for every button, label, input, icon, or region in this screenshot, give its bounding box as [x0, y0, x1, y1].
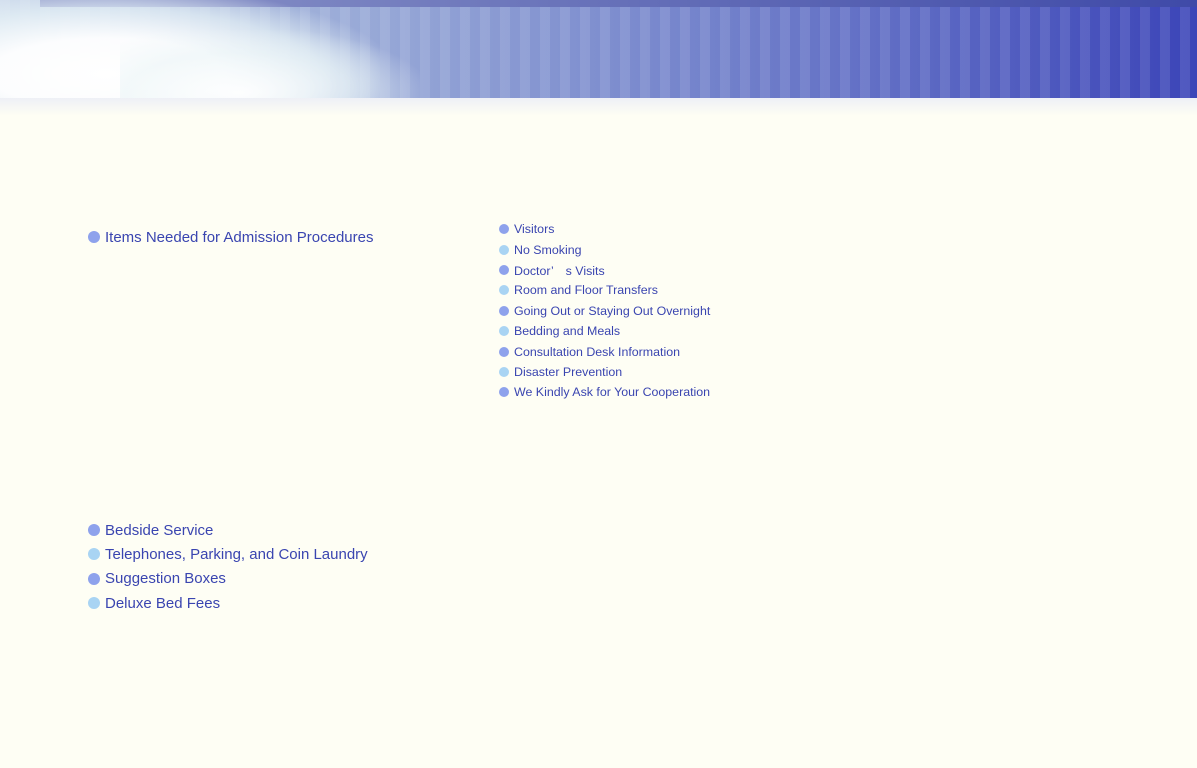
hospital-rules-links: Visitors No Smoking Doctor’ s Visits Roo…: [499, 219, 710, 403]
link-label: Deluxe Bed Fees: [105, 594, 221, 612]
link-deluxe-bed-fees[interactable]: Deluxe Bed Fees: [88, 591, 368, 615]
bullet-dot-icon: [499, 326, 509, 337]
link-label: Bedside Service: [105, 521, 214, 539]
link-no-smoking[interactable]: No Smoking: [499, 239, 710, 259]
link-bedding-meals[interactable]: Bedding and Meals: [499, 321, 710, 341]
link-visitors[interactable]: Visitors: [499, 219, 710, 239]
link-bedside-service[interactable]: Bedside Service: [88, 518, 368, 542]
link-label: Items Needed for Admission Procedures: [105, 228, 374, 246]
bullet-dot-icon: [88, 524, 100, 537]
bullet-dot-icon: [499, 305, 509, 316]
link-label: No Smoking: [514, 242, 582, 257]
banner-bottom-fade: [0, 98, 1197, 116]
link-consultation-desk[interactable]: Consultation Desk Information: [499, 341, 710, 361]
bullet-dot-icon: [499, 244, 509, 255]
link-suggestion-boxes[interactable]: Suggestion Boxes: [88, 567, 368, 591]
link-label: Suggestion Boxes: [105, 570, 226, 588]
services-links: Bedside Service Telephones, Parking, and…: [88, 518, 368, 615]
link-label: We Kindly Ask for Your Cooperation: [514, 385, 711, 400]
link-admission-items[interactable]: Items Needed for Admission Procedures: [88, 225, 373, 249]
link-label: Consultation Desk Information: [514, 344, 680, 359]
header-banner: [0, 0, 1197, 116]
link-disaster-prevention[interactable]: Disaster Prevention: [499, 362, 710, 382]
link-telephones-parking-laundry[interactable]: Telephones, Parking, and Coin Laundry: [88, 542, 368, 566]
link-cooperation[interactable]: We Kindly Ask for Your Cooperation: [499, 382, 710, 402]
link-going-out-overnight[interactable]: Going Out or Staying Out Overnight: [499, 301, 710, 321]
link-label: Disaster Prevention: [514, 364, 623, 379]
bullet-dot-icon: [499, 366, 509, 377]
bullet-dot-icon: [88, 231, 100, 244]
bullet-dot-icon: [499, 285, 509, 296]
link-label: Going Out or Staying Out Overnight: [514, 303, 711, 318]
bullet-dot-icon: [499, 224, 509, 235]
bullet-dot-icon: [88, 572, 100, 585]
bullet-dot-icon: [499, 264, 509, 275]
bullet-dot-icon: [499, 387, 509, 398]
bullet-dot-icon: [499, 346, 509, 357]
link-label: Telephones, Parking, and Coin Laundry: [105, 545, 368, 563]
link-label: Bedding and Meals: [514, 324, 621, 339]
link-label: Visitors: [514, 222, 555, 237]
link-label: Doctor’ s Visits: [514, 263, 605, 278]
link-room-floor-transfers[interactable]: Room and Floor Transfers: [499, 280, 710, 300]
link-label: Room and Floor Transfers: [514, 283, 658, 298]
bullet-dot-icon: [88, 548, 100, 561]
admission-links: Items Needed for Admission Procedures: [88, 225, 373, 249]
bullet-dot-icon: [88, 597, 100, 610]
link-doctors-visits[interactable]: Doctor’ s Visits: [499, 260, 710, 280]
